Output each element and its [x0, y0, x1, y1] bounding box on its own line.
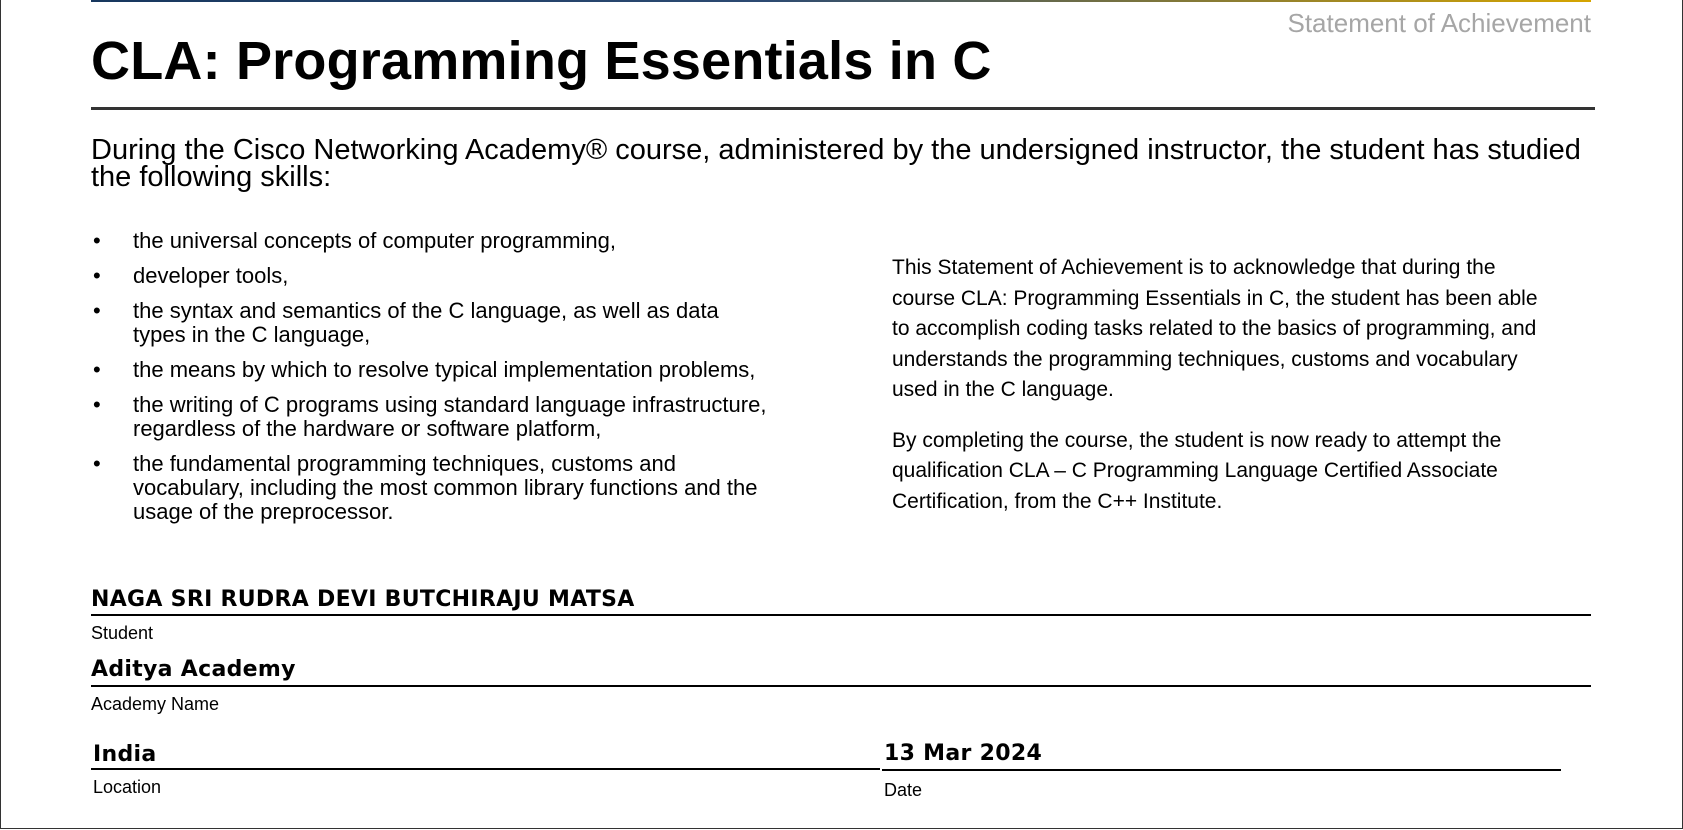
date-rule: [882, 769, 1561, 771]
academy-name: Aditya Academy: [91, 657, 296, 682]
student-name: NAGA SRI RUDRA DEVI BUTCHIRAJU MATSA: [91, 587, 635, 612]
academy-rule: [91, 685, 1591, 687]
skill-item: • developer tools,: [91, 264, 811, 288]
skill-item: • the fundamental programming techniques…: [91, 452, 768, 524]
skill-item: • the writing of C programs using standa…: [91, 393, 773, 441]
academy-label: Academy Name: [91, 694, 220, 714]
statement-of-achievement-label: Statement of Achievement: [1287, 8, 1591, 38]
skill-item: • the syntax and semantics of the C lang…: [91, 299, 753, 347]
location-value: India: [93, 742, 157, 767]
course-title: CLA: Programming Essentials in C: [91, 31, 992, 91]
skill-text: the universal concepts of computer progr…: [133, 228, 617, 253]
skill-item: • the universal concepts of computer pro…: [91, 229, 811, 253]
bullet-icon: •: [93, 392, 101, 417]
location-label: Location: [93, 777, 162, 797]
skill-item: • the means by which to resolve typical …: [91, 358, 811, 382]
statement-body: This Statement of Achievement is to ackn…: [892, 253, 1552, 537]
statement-paragraph-1: This Statement of Achievement is to ackn…: [892, 256, 1538, 401]
date-label: Date: [884, 780, 923, 800]
location-rule: [91, 768, 880, 770]
student-label: Student: [91, 623, 154, 643]
title-divider: [91, 107, 1595, 110]
date-value: 13 Mar 2024: [884, 741, 1043, 766]
skill-text: the syntax and semantics of the C langua…: [133, 298, 719, 347]
bullet-icon: •: [93, 228, 101, 253]
intro-text: During the Cisco Networking Academy® cou…: [91, 134, 1581, 193]
bullet-icon: •: [93, 263, 101, 288]
bullet-icon: •: [93, 357, 101, 382]
statement-paragraph-2: By completing the course, the student is…: [892, 428, 1502, 513]
top-accent-rule: [91, 0, 1591, 2]
bullet-icon: •: [93, 451, 101, 476]
skill-text: the fundamental programming techniques, …: [133, 451, 758, 524]
skill-text: the means by which to resolve typical im…: [133, 357, 756, 382]
bullet-icon: •: [93, 298, 101, 323]
student-rule: [91, 614, 1591, 616]
skill-text: developer tools,: [133, 263, 289, 288]
skills-list: • the universal concepts of computer pro…: [91, 229, 811, 535]
skill-text: the writing of C programs using standard…: [133, 392, 767, 441]
